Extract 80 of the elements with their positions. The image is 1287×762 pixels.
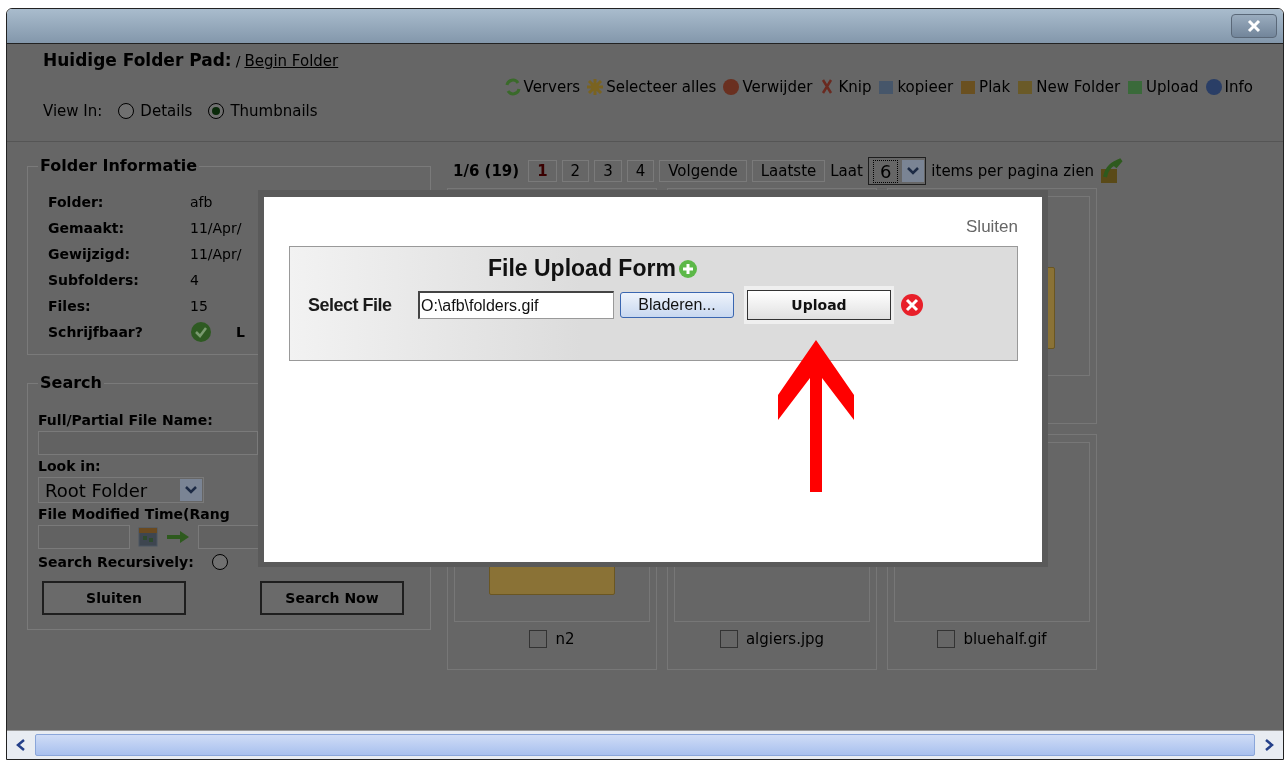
field-label: Look in: xyxy=(38,458,102,474)
last-page-link[interactable]: Laatste xyxy=(751,160,826,182)
info-label: Files: xyxy=(48,297,92,314)
remove-icon[interactable] xyxy=(900,293,924,317)
toolbar-icon xyxy=(503,78,522,96)
file-name: algiers.jpg xyxy=(745,630,825,648)
path-label: Huidige Folder Pad: xyxy=(43,50,232,70)
date-from-field[interactable] xyxy=(38,525,130,549)
info-value: 15 xyxy=(190,297,208,314)
field-label: Select File xyxy=(308,294,393,316)
toolbar-icon xyxy=(877,78,896,96)
look-in-dropdown[interactable]: Root Folder xyxy=(38,477,204,503)
chevron-down-icon[interactable] xyxy=(185,486,197,494)
per-page-label: items per pagina zien xyxy=(931,162,1095,180)
radio-button[interactable] xyxy=(208,103,225,119)
scroll-left-icon[interactable] xyxy=(16,739,26,751)
view-option[interactable]: Thumbnails xyxy=(208,102,318,120)
checkbox[interactable] xyxy=(529,630,548,648)
info-value: 11/Apr/ xyxy=(190,219,242,236)
page-link[interactable]: 4 xyxy=(626,160,655,182)
browse-button[interactable]: Bladeren... xyxy=(620,292,734,318)
view-label: View In: xyxy=(43,102,103,120)
per-page-dropdown[interactable]: 6 xyxy=(867,157,927,185)
checkbox[interactable] xyxy=(937,630,956,648)
toolbar-icon xyxy=(586,78,605,96)
field-label: Search Recursively: xyxy=(38,554,194,570)
per-page-label: Laat xyxy=(830,162,863,180)
checkbox[interactable] xyxy=(719,630,738,648)
toolbar-item[interactable]: Verwijder xyxy=(722,78,813,96)
toolbar-icon xyxy=(1016,78,1035,96)
info-value: afb xyxy=(190,193,213,210)
info-value: L xyxy=(236,323,245,340)
file-name: n2 xyxy=(555,630,575,648)
arrow-right-icon xyxy=(166,530,190,544)
toolbar-item[interactable]: Info xyxy=(1204,78,1253,96)
info-label: Schrijfbaar? xyxy=(48,323,144,340)
form-title: File Upload Form xyxy=(488,255,676,282)
file-name: bluehalf.gif xyxy=(963,630,1047,648)
field-label: Full/Partial File Name: xyxy=(38,412,214,428)
toolbar-icon xyxy=(722,78,741,96)
toolbar-item[interactable]: New Folder xyxy=(1016,78,1121,96)
add-icon[interactable] xyxy=(677,258,698,279)
search-panel-button[interactable]: Sluiten xyxy=(42,581,186,615)
info-label: Subfolders: xyxy=(48,271,140,288)
close-link[interactable]: Sluiten xyxy=(966,217,1018,237)
view-option[interactable]: Details xyxy=(118,102,193,120)
info-label: Gemaakt: xyxy=(48,219,126,236)
toolbar-item[interactable]: Upload xyxy=(1126,78,1199,96)
close-button[interactable] xyxy=(1231,14,1277,38)
toolbar-item[interactable]: Selecteer alles xyxy=(586,78,717,96)
scroll-right-icon[interactable] xyxy=(1264,739,1274,751)
path-separator: / xyxy=(235,53,241,69)
next-page-link[interactable]: Volgende xyxy=(659,160,747,182)
info-value: 11/Apr/ xyxy=(190,245,242,262)
file-path-field[interactable]: O:\afb\folders.gif xyxy=(418,291,614,319)
info-label: Folder: xyxy=(48,193,105,210)
toolbar-item[interactable]: Ververs xyxy=(503,78,581,96)
horizontal-scrollbar[interactable] xyxy=(7,730,1283,759)
toolbar-icon xyxy=(959,78,978,96)
toolbar-item[interactable]: kopieer xyxy=(877,78,954,96)
toolbar-item[interactable]: Plak xyxy=(959,78,1011,96)
info-value: 4 xyxy=(190,271,199,288)
page-link[interactable]: 3 xyxy=(594,160,622,182)
toolbar-item[interactable]: Knip xyxy=(818,78,872,96)
chevron-down-icon[interactable] xyxy=(907,167,920,175)
close-icon xyxy=(1246,18,1262,34)
info-label: Gewijzigd: xyxy=(48,245,132,262)
scrollbar-thumb[interactable] xyxy=(35,734,1255,756)
toolbar-icon xyxy=(1126,78,1145,96)
toolbar-icon xyxy=(1204,78,1223,96)
search-panel-button[interactable]: Search Now xyxy=(260,581,404,615)
radio-button[interactable] xyxy=(118,103,135,119)
page-link[interactable]: 2 xyxy=(561,160,590,182)
file-name-field[interactable] xyxy=(38,431,258,455)
page-summary: 1/6 (19) xyxy=(453,162,520,180)
radio-button[interactable] xyxy=(211,554,228,570)
path-link[interactable]: Begin Folder xyxy=(244,52,339,70)
upload-button[interactable]: Upload xyxy=(747,290,891,320)
field-label: File Modified Time(Rang xyxy=(38,506,231,522)
page-link[interactable]: 1 xyxy=(528,160,557,182)
